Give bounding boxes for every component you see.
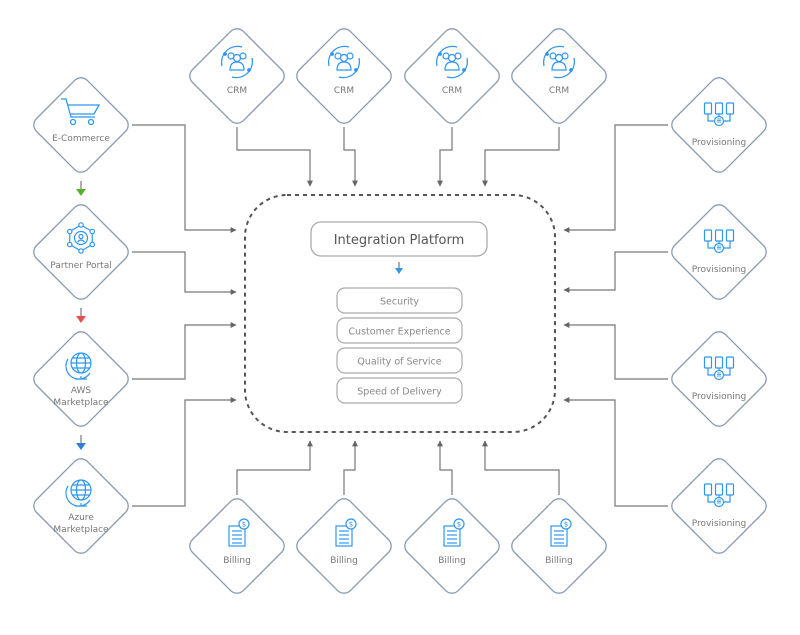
node-label: CRM <box>442 86 462 96</box>
svg-text:$: $ <box>349 521 353 529</box>
connector-line <box>482 127 560 187</box>
node-diamond <box>33 77 129 173</box>
connector-line <box>563 397 668 507</box>
connector-line <box>563 322 668 380</box>
connector-line <box>343 127 358 187</box>
node-label: Billing <box>545 556 573 566</box>
flow-arrow-icon <box>76 316 86 323</box>
connector-line <box>132 251 237 295</box>
node-label: Billing <box>438 556 466 566</box>
node-label: AWS <box>71 386 92 396</box>
connector-line <box>437 440 453 495</box>
platform-item-label: Customer Experience <box>348 327 450 338</box>
connector-line <box>236 127 313 187</box>
node-label: Partner Portal <box>50 261 111 271</box>
provisioning-node[interactable]: Provisioning <box>668 328 770 430</box>
svg-text:$: $ <box>564 521 568 529</box>
node-label: Provisioning <box>692 265 746 275</box>
billing-node[interactable]: $ Billing <box>293 495 395 597</box>
crm-node[interactable]: CRM <box>293 25 395 127</box>
node-label: Marketplace <box>53 398 109 408</box>
flow-arrow-icon <box>76 443 86 450</box>
node-label: Azure <box>68 513 94 523</box>
crm-node[interactable]: CRM <box>401 25 503 127</box>
source-node[interactable]: Partner Portal <box>30 201 132 303</box>
platform-item-label: Security <box>380 297 419 308</box>
node-label: CRM <box>227 86 247 96</box>
node-label: Billing <box>330 556 358 566</box>
node-diamond <box>404 28 500 124</box>
crm-node[interactable]: CRM <box>508 25 610 127</box>
connector-line <box>563 251 668 293</box>
platform-arrow-icon <box>395 268 403 274</box>
connector-line <box>132 124 237 233</box>
integration-diagram: CRM CRM CRM CRM $ Billing $ Billing $ Billing $ Bil… <box>0 0 800 635</box>
node-label: CRM <box>549 86 569 96</box>
node-diamond <box>296 28 392 124</box>
svg-text:$: $ <box>457 521 461 529</box>
node-label: Provisioning <box>692 519 746 529</box>
connector-line <box>437 127 453 187</box>
provisioning-node[interactable]: Provisioning <box>668 201 770 303</box>
provisioning-node[interactable]: Provisioning <box>668 455 770 557</box>
connector-line <box>343 440 358 495</box>
node-label: CRM <box>334 86 354 96</box>
svg-text:$: $ <box>242 521 246 529</box>
connector-line <box>563 124 668 233</box>
node-label: Marketplace <box>53 525 109 535</box>
diagram-canvas: CRM CRM CRM CRM $ Billing $ Billing $ Billing $ Bil… <box>30 25 770 597</box>
platform-item-label: Speed of Delivery <box>357 387 442 398</box>
connector-line <box>132 397 237 507</box>
node-label: Provisioning <box>692 138 746 148</box>
billing-node[interactable]: $ Billing <box>508 495 610 597</box>
node-diamond <box>189 28 285 124</box>
billing-node[interactable]: $ Billing <box>186 495 288 597</box>
node-label: Provisioning <box>692 392 746 402</box>
source-node[interactable]: AWS Marketplace <box>30 328 132 430</box>
platform-title: Integration Platform <box>334 233 465 248</box>
billing-node[interactable]: $ Billing <box>401 495 503 597</box>
source-node[interactable]: Azure Marketplace <box>30 455 132 557</box>
connector-line <box>132 322 237 380</box>
platform-item-label: Quality of Service <box>357 357 441 368</box>
node-label: E-Commerce <box>52 134 110 144</box>
node-label: Billing <box>223 556 251 566</box>
source-node[interactable]: E-Commerce <box>30 74 132 176</box>
connector-line <box>482 440 560 495</box>
connector-line <box>236 440 313 495</box>
provisioning-node[interactable]: Provisioning <box>668 74 770 176</box>
flow-arrow-icon <box>76 189 86 196</box>
crm-node[interactable]: CRM <box>186 25 288 127</box>
node-diamond <box>511 28 607 124</box>
